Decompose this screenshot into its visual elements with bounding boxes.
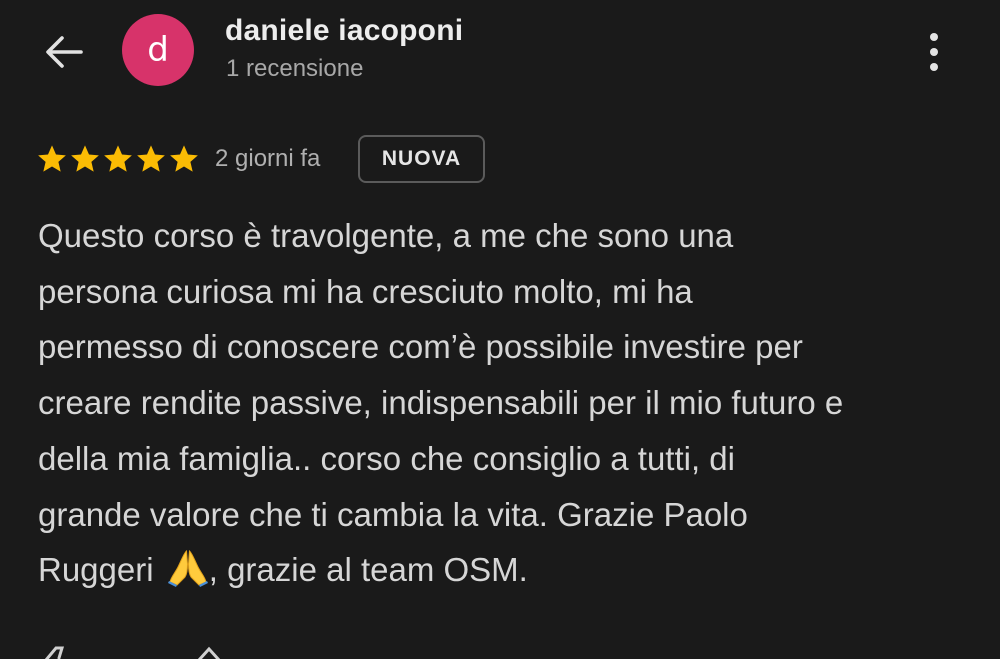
review-screen: d daniele iacoponi 1 recensione 2 giorni… — [0, 0, 1000, 659]
star-icon — [71, 145, 99, 172]
user-name[interactable]: daniele iacoponi — [225, 14, 463, 48]
review-text: Questo corso è travolgente, a me che son… — [38, 208, 968, 598]
share-icon[interactable] — [192, 646, 226, 659]
back-button[interactable] — [40, 28, 88, 76]
review-line: Questo corso è travolgente, a me che son… — [38, 217, 734, 254]
review-line: creare rendite passive, indispensabili p… — [38, 384, 844, 422]
star-icon — [104, 145, 132, 172]
star-rating — [36, 143, 200, 175]
review-line: permesso di conoscere com’è possibile in… — [38, 328, 803, 366]
review-line: Ruggeri , grazie al team OSM. — [38, 550, 528, 589]
star-icon — [137, 145, 165, 172]
avatar-letter: d — [147, 30, 169, 70]
review-date: 2 giorni fa — [215, 145, 321, 172]
folded-hands-emoji — [167, 550, 208, 588]
review-line: grande valore che ti cambia la vita. Gra… — [38, 495, 748, 533]
avatar[interactable]: d — [122, 14, 194, 86]
review-count[interactable]: 1 recensione — [226, 55, 363, 83]
more-options-button[interactable] — [912, 24, 956, 80]
star-icon — [38, 145, 66, 172]
review-line-start: Ruggeri — [38, 551, 163, 589]
thumbs-up-icon[interactable] — [40, 646, 74, 659]
review-line: persona curiosa mi ha cresciuto molto, m… — [38, 272, 693, 310]
review-actions — [40, 640, 240, 659]
arrow-left-icon — [46, 36, 83, 68]
review-line: della mia famiglia.. corso che consiglio… — [38, 439, 735, 477]
star-icon — [170, 145, 198, 172]
more-vertical-icon — [930, 33, 938, 71]
new-badge: NUOVA — [358, 135, 485, 183]
review-line-end: , grazie al team OSM. — [208, 551, 528, 589]
